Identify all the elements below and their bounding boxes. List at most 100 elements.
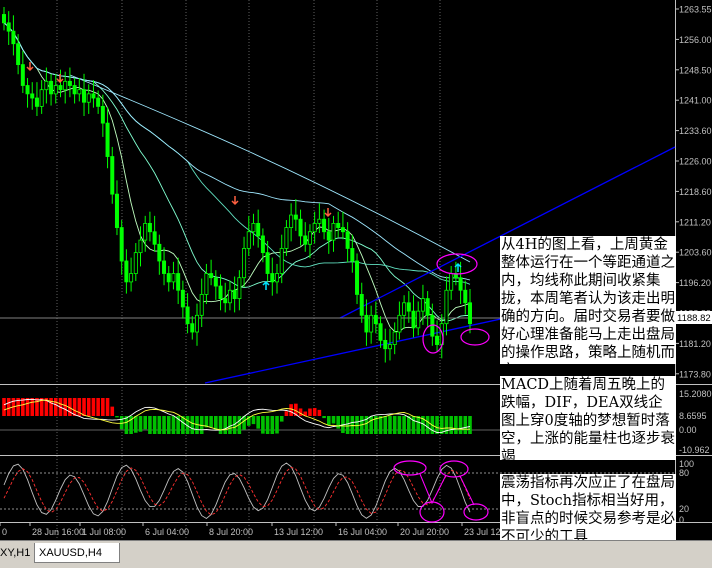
bear-candle [359, 294, 364, 316]
macd-axis-label: -10.962 [679, 445, 710, 455]
bear-candle [355, 260, 360, 295]
bear-candle [152, 231, 157, 245]
price-axis-label: 1226.00 [679, 157, 712, 167]
macd-bar [279, 416, 284, 422]
bull-candle [143, 222, 148, 241]
macd-bar [326, 416, 331, 426]
bull-candle [402, 302, 407, 316]
macd-bar [190, 416, 195, 434]
bear-candle [72, 85, 77, 95]
price-axis-label: 1203.60 [679, 248, 712, 258]
bear-candle [340, 227, 345, 233]
bear-candle [322, 218, 327, 233]
macd-bar [308, 408, 312, 416]
analysis-note-price: 从4H的图上看，上周黄金整体运行在一个等距通道之内，均线称此期间收紧集拢，本周笔… [500, 236, 676, 364]
macd-axis-label: 0.00 [679, 425, 697, 435]
price-axis-label: 1196.20 [679, 278, 711, 288]
bull-candle [397, 314, 402, 333]
price-axis-label: 1233.60 [679, 126, 712, 136]
tab-other-chart[interactable]: XY,H1 [0, 543, 30, 563]
macd-bar [148, 416, 152, 434]
macd-bar [101, 398, 105, 416]
bear-candle [425, 298, 430, 316]
price-axis-label: 1263.55 [679, 5, 712, 15]
macd-bar [275, 416, 279, 434]
macd-axis-label: 15.2080 [679, 389, 712, 399]
macd-bar [383, 416, 388, 434]
macd-bar [256, 416, 260, 429]
macd-bar [138, 416, 143, 432]
macd-bar [110, 406, 115, 416]
price-axis-label: 1211.20 [679, 217, 711, 227]
macd-bar [378, 416, 383, 434]
macd-bar [336, 416, 341, 429]
macd-axis-label: 8.6595 [679, 411, 707, 421]
bear-candle [82, 89, 87, 103]
price-axis-label: 1241.00 [679, 96, 712, 106]
stoch-axis-label: 0 [679, 515, 684, 525]
current-price-label: 1188.82 [677, 313, 711, 324]
bear-candle [96, 97, 101, 107]
bear-candle [166, 273, 171, 283]
macd-bar [214, 416, 218, 430]
bear-candle [298, 218, 303, 237]
macd-bar [251, 416, 256, 425]
bear-candle [110, 156, 115, 195]
macd-bar [345, 416, 350, 434]
macd-bar [289, 404, 293, 416]
bear-candle [20, 64, 25, 86]
macd-bar [228, 416, 232, 434]
bull-candle [77, 89, 82, 95]
chart-tab-bar: XY,H1 XAUUSD,H4 [0, 540, 712, 568]
macd-bar [411, 416, 416, 434]
macd-bar [458, 416, 463, 434]
time-axis-label: 8 Jul 20:00 [209, 527, 253, 537]
bear-candle [180, 289, 185, 308]
bear-candle [49, 80, 54, 95]
macd-bar [416, 416, 421, 434]
bull-candle [53, 85, 58, 95]
price-axis-label: 1256.00 [679, 35, 712, 45]
bull-candle [133, 252, 138, 274]
time-axis-label: 28 Jun 16:00 [32, 527, 84, 537]
tab-xauusd-h4[interactable]: XAUUSD,H4 [34, 543, 120, 563]
bear-candle [67, 80, 72, 86]
bull-candle [204, 273, 209, 295]
bear-candle [223, 298, 228, 304]
macd-bar [350, 416, 355, 434]
macd-bar [115, 416, 119, 418]
bear-candle [105, 122, 110, 157]
bear-candle [218, 285, 223, 299]
bull-candle [199, 294, 204, 316]
bear-candle [213, 277, 218, 287]
bear-candle [406, 302, 411, 312]
price-axis-label: 1181.20 [679, 339, 711, 349]
bear-candle [119, 227, 124, 262]
bull-candle [129, 273, 134, 283]
bull-candle [246, 231, 251, 249]
macd-bar [2, 398, 6, 416]
bear-candle [16, 43, 21, 66]
time-axis-label: 16 Jul 04:00 [338, 527, 387, 537]
macd-bar [425, 416, 430, 434]
price-axis-label: 1173.80 [679, 369, 711, 379]
macd-bar [392, 416, 397, 434]
macd-bar [322, 416, 326, 419]
bear-candle [124, 260, 129, 283]
time-axis-label: 20 Jul 20:00 [400, 527, 449, 537]
macd-bar [25, 398, 30, 416]
macd-bar [218, 416, 223, 434]
bear-candle [100, 105, 105, 124]
bear-candle [6, 22, 11, 32]
bull-candle [251, 222, 256, 233]
bear-candle [190, 323, 195, 333]
bear-candle [91, 93, 96, 99]
bear-candle [232, 289, 237, 299]
bull-candle [420, 298, 425, 312]
bear-candle [463, 289, 468, 304]
bear-candle [435, 335, 440, 345]
macd-bar [463, 416, 468, 434]
macd-bar [53, 398, 58, 416]
macd-bar [435, 416, 439, 434]
macd-bar [369, 416, 373, 434]
